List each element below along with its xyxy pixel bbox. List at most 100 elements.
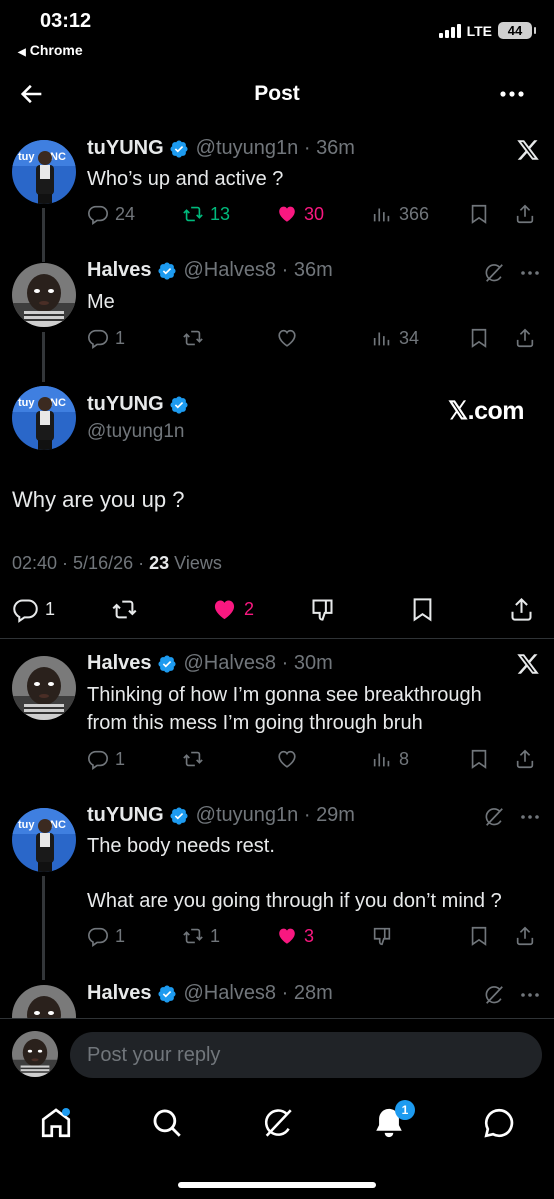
like-button[interactable]	[276, 748, 298, 770]
user-handle[interactable]: @Halves8	[184, 652, 277, 674]
status-bar: 03:12 ◀ Chrome LTE 44	[0, 0, 554, 70]
share-button[interactable]	[514, 203, 536, 225]
bookmark-button[interactable]	[468, 203, 490, 225]
views-count[interactable]: 23	[149, 553, 169, 573]
display-name[interactable]: Halves	[87, 259, 152, 282]
dislike-icon	[309, 596, 336, 623]
tweet-header: Halves @Halves8 · 30m	[87, 652, 333, 675]
repost-button[interactable]: 13	[182, 203, 230, 225]
views-button[interactable]: 366	[371, 203, 429, 225]
display-name[interactable]: tuYUNG	[87, 393, 164, 416]
main-tweet-actions: 1 2	[0, 596, 554, 628]
share-button[interactable]	[514, 327, 536, 349]
tweet-header: tuYUNG @tuyung1n · 36m	[87, 137, 355, 160]
repost-button[interactable]	[111, 596, 138, 623]
share-button[interactable]	[508, 596, 535, 623]
battery-icon: 44	[498, 22, 536, 39]
avatar	[12, 1031, 58, 1077]
signal-icon	[438, 23, 461, 38]
grok-icon[interactable]	[483, 262, 505, 284]
thread-line	[42, 208, 45, 262]
tweet-date: 5/16/26	[73, 553, 134, 573]
tweet-text: Who’s up and active ?	[87, 168, 284, 190]
display-name[interactable]: tuYUNG	[87, 804, 164, 827]
avatar[interactable]	[12, 140, 76, 204]
share-icon	[508, 596, 535, 623]
tweet-time: 30m	[293, 652, 333, 674]
home-indicator	[178, 1182, 376, 1188]
more-icon[interactable]	[520, 814, 540, 820]
more-icon[interactable]	[520, 270, 540, 276]
reply-button[interactable]: 24	[87, 203, 135, 225]
display-name[interactable]: tuYUNG	[87, 137, 164, 160]
views-label: Views	[174, 553, 222, 573]
repost-count: 1	[210, 925, 221, 946]
display-name[interactable]: Halves	[87, 982, 152, 1005]
avatar[interactable]	[12, 656, 76, 720]
tab-messages[interactable]	[482, 1106, 516, 1140]
share-button[interactable]	[514, 748, 536, 770]
tweet-text-line: from this mess I’m going through bruh	[87, 712, 423, 734]
bookmark-icon	[468, 748, 490, 770]
views-button[interactable]: 34	[371, 327, 419, 349]
dislike-button[interactable]	[371, 925, 393, 947]
user-handle[interactable]: @tuyung1n	[196, 804, 299, 826]
avatar[interactable]	[12, 386, 76, 450]
views-count: 34	[399, 327, 420, 348]
bookmark-button[interactable]	[468, 925, 490, 947]
tab-grok[interactable]	[261, 1106, 295, 1140]
avatar[interactable]	[12, 263, 76, 327]
verified-icon	[169, 395, 189, 415]
grok-icon[interactable]	[483, 806, 505, 828]
like-button[interactable]	[276, 327, 298, 349]
share-button[interactable]	[514, 925, 536, 947]
dislike-button[interactable]	[309, 596, 336, 623]
user-handle[interactable]: @Halves8	[184, 259, 277, 281]
repost-icon	[182, 203, 204, 225]
tweet-actions: 1 34	[87, 327, 547, 355]
tweet-time: 02:40	[12, 553, 58, 573]
tweet-header: Halves @Halves8 · 36m	[87, 259, 333, 282]
views-button[interactable]: 8	[371, 748, 409, 770]
share-icon	[514, 925, 536, 947]
reply-button[interactable]: 1	[87, 748, 125, 770]
grok-icon[interactable]	[483, 984, 505, 1006]
x-com-link[interactable]: 𝕏.com	[448, 396, 525, 426]
main-tweet-text: Why are you up ?	[12, 487, 185, 512]
more-icon[interactable]	[520, 992, 540, 998]
like-icon	[276, 203, 298, 225]
user-handle[interactable]: @Halves8	[184, 982, 277, 1004]
more-icon[interactable]	[498, 84, 526, 104]
like-count: 3	[304, 925, 315, 946]
repost-button[interactable]	[182, 327, 204, 349]
tweet-text-line: What are you going through if you don’t …	[87, 890, 502, 912]
page-title: Post	[254, 82, 300, 105]
reply-button[interactable]: 1	[87, 327, 125, 349]
notification-badge: 1	[395, 1100, 415, 1120]
bookmark-button[interactable]	[468, 327, 490, 349]
repost-button[interactable]: 1	[182, 925, 220, 947]
bookmark-button[interactable]	[468, 748, 490, 770]
system-indicators: LTE 44	[438, 22, 536, 39]
tab-search[interactable]	[150, 1106, 184, 1140]
bookmark-button[interactable]	[409, 596, 436, 623]
like-button[interactable]: 3	[276, 925, 314, 947]
divider	[0, 638, 554, 639]
avatar[interactable]	[12, 808, 76, 872]
user-handle[interactable]: @tuyung1n	[196, 137, 299, 159]
like-button[interactable]: 2	[211, 596, 254, 623]
repost-button[interactable]	[182, 748, 204, 770]
tweet-text-line: The body needs rest.	[87, 835, 275, 857]
reply-button[interactable]: 1	[12, 596, 55, 623]
display-name[interactable]: Halves	[87, 652, 152, 675]
like-button[interactable]: 30	[276, 203, 324, 225]
tweet-header: Halves @Halves8 · 28m	[87, 982, 333, 1005]
reply-icon	[87, 327, 109, 349]
reply-button[interactable]: 1	[87, 925, 125, 947]
bookmark-icon	[409, 596, 436, 623]
like-icon	[276, 748, 298, 770]
user-handle[interactable]: @tuyung1n	[87, 421, 184, 443]
reply-input[interactable]: Post your reply	[70, 1032, 542, 1078]
back-to-app-link[interactable]: ◀ Chrome	[18, 42, 83, 58]
main-tweet-header: tuYUNG	[87, 393, 189, 416]
